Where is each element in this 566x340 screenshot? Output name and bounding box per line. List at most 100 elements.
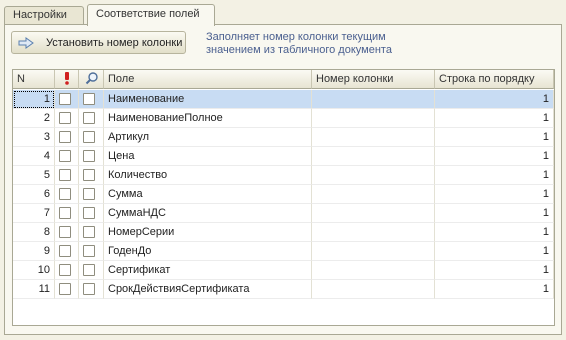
search-cell: [79, 261, 104, 280]
column-number-cell[interactable]: [312, 242, 435, 261]
required-checkbox[interactable]: [59, 169, 71, 181]
field-name-cell[interactable]: НаименованиеПолное: [104, 109, 312, 128]
row-order-cell[interactable]: 1: [435, 261, 554, 280]
field-name-cell[interactable]: НомерСерии: [104, 223, 312, 242]
required-cell: [55, 261, 79, 280]
table-row[interactable]: 9 ГоденДо 1: [13, 242, 554, 261]
table-row[interactable]: 5 Количество 1: [13, 166, 554, 185]
column-header-n[interactable]: N: [13, 70, 55, 89]
search-checkbox[interactable]: [83, 131, 95, 143]
row-number: 6: [13, 185, 55, 204]
column-header-field[interactable]: Поле: [104, 70, 312, 89]
table-row[interactable]: 2 НаименованиеПолное 1: [13, 109, 554, 128]
search-checkbox[interactable]: [83, 226, 95, 238]
field-name-cell[interactable]: ГоденДо: [104, 242, 312, 261]
table-row[interactable]: 10 Сертификат 1: [13, 261, 554, 280]
required-checkbox[interactable]: [59, 112, 71, 124]
row-order-cell[interactable]: 1: [435, 128, 554, 147]
row-number: 2: [13, 109, 55, 128]
set-column-number-button[interactable]: Установить номер колонки: [11, 31, 186, 54]
tab-field-mapping[interactable]: Соответствие полей: [87, 4, 215, 26]
field-name-cell[interactable]: Наименование: [104, 90, 312, 109]
column-number-cell[interactable]: [312, 261, 435, 280]
table-row[interactable]: 7 СуммаНДС 1: [13, 204, 554, 223]
required-cell: [55, 166, 79, 185]
mapping-table[interactable]: N Поле Номер колонки Строка по порядку 1…: [12, 69, 555, 326]
search-checkbox[interactable]: [83, 245, 95, 257]
column-header-search[interactable]: [79, 70, 104, 89]
field-name-cell[interactable]: Артикул: [104, 128, 312, 147]
table-row[interactable]: 11 СрокДействияСертификата 1: [13, 280, 554, 299]
column-number-cell[interactable]: [312, 223, 435, 242]
required-checkbox[interactable]: [59, 264, 71, 276]
search-cell: [79, 185, 104, 204]
arrow-right-icon: [18, 36, 34, 49]
field-name-cell[interactable]: Сумма: [104, 185, 312, 204]
column-number-cell[interactable]: [312, 166, 435, 185]
row-order-cell[interactable]: 1: [435, 185, 554, 204]
table-row[interactable]: 6 Сумма 1: [13, 185, 554, 204]
table-row[interactable]: 3 Артикул 1: [13, 128, 554, 147]
column-number-cell[interactable]: [312, 147, 435, 166]
set-column-number-label: Установить номер колонки: [46, 36, 183, 49]
row-number: 4: [13, 147, 55, 166]
search-checkbox[interactable]: [83, 207, 95, 219]
table-row[interactable]: 1 Наименование 1: [13, 90, 554, 109]
column-number-cell[interactable]: [312, 280, 435, 299]
field-name-cell[interactable]: СуммаНДС: [104, 204, 312, 223]
row-number: 3: [13, 128, 55, 147]
search-checkbox[interactable]: [83, 283, 95, 295]
search-cell: [79, 223, 104, 242]
required-cell: [55, 223, 79, 242]
required-checkbox[interactable]: [59, 93, 71, 105]
search-cell: [79, 242, 104, 261]
row-order-cell[interactable]: 1: [435, 90, 554, 109]
column-header-required[interactable]: [55, 70, 79, 89]
row-order-cell[interactable]: 1: [435, 242, 554, 261]
column-number-cell[interactable]: [312, 90, 435, 109]
row-order-cell[interactable]: 1: [435, 280, 554, 299]
search-cell: [79, 147, 104, 166]
row-number: 9: [13, 242, 55, 261]
row-order-cell[interactable]: 1: [435, 166, 554, 185]
field-name-cell[interactable]: Цена: [104, 147, 312, 166]
column-number-cell[interactable]: [312, 128, 435, 147]
required-checkbox[interactable]: [59, 131, 71, 143]
required-checkbox[interactable]: [59, 150, 71, 162]
required-checkbox[interactable]: [59, 283, 71, 295]
field-name-cell[interactable]: Количество: [104, 166, 312, 185]
required-checkbox[interactable]: [59, 226, 71, 238]
table-row[interactable]: 4 Цена 1: [13, 147, 554, 166]
required-checkbox[interactable]: [59, 207, 71, 219]
field-name-cell[interactable]: СрокДействияСертификата: [104, 280, 312, 299]
row-number: 11: [13, 280, 55, 299]
tab-settings[interactable]: Настройки: [4, 6, 84, 25]
exclamation-icon: [61, 71, 73, 88]
row-order-cell[interactable]: 1: [435, 147, 554, 166]
hint-text: Заполняет номер колонки текущим значение…: [206, 31, 392, 56]
search-checkbox[interactable]: [83, 188, 95, 200]
row-order-cell[interactable]: 1: [435, 204, 554, 223]
row-order-cell[interactable]: 1: [435, 223, 554, 242]
column-number-cell[interactable]: [312, 109, 435, 128]
search-checkbox[interactable]: [83, 264, 95, 276]
column-header-column-number[interactable]: Номер колонки: [312, 70, 435, 89]
search-checkbox[interactable]: [83, 169, 95, 181]
required-cell: [55, 185, 79, 204]
column-number-cell[interactable]: [312, 204, 435, 223]
row-number: 1: [13, 90, 55, 109]
table-row[interactable]: 8 НомерСерии 1: [13, 223, 554, 242]
search-checkbox[interactable]: [83, 150, 95, 162]
column-header-row-order[interactable]: Строка по порядку: [435, 70, 554, 89]
magnifier-icon: [85, 71, 99, 88]
field-name-cell[interactable]: Сертификат: [104, 261, 312, 280]
search-checkbox[interactable]: [83, 112, 95, 124]
column-number-cell[interactable]: [312, 185, 435, 204]
required-cell: [55, 204, 79, 223]
row-order-cell[interactable]: 1: [435, 109, 554, 128]
required-cell: [55, 128, 79, 147]
row-number: 8: [13, 223, 55, 242]
search-checkbox[interactable]: [83, 93, 95, 105]
required-checkbox[interactable]: [59, 245, 71, 257]
required-checkbox[interactable]: [59, 188, 71, 200]
